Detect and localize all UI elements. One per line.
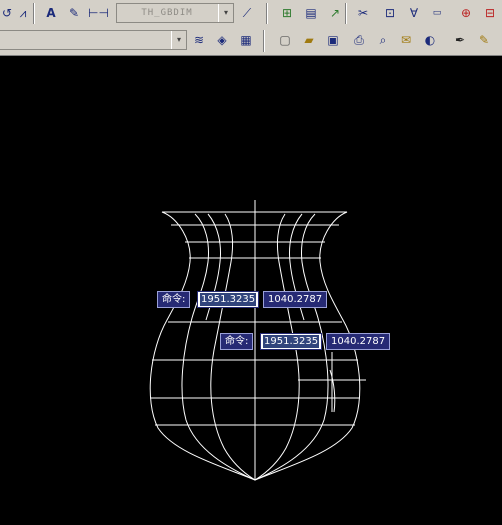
vertex-icon[interactable]: ∀ [405, 4, 423, 22]
command-tip-label: 命令: [220, 333, 254, 350]
chevron-down-icon[interactable]: ▾ [171, 31, 186, 49]
mirror-icon[interactable]: ⊡ [381, 4, 399, 22]
layer-match-icon[interactable]: ▦ [237, 31, 255, 49]
3d-orbit-icon[interactable]: ◐ [421, 31, 439, 49]
publish-icon[interactable]: ✉ [397, 31, 415, 49]
dim-linear-icon[interactable]: ⊢⊣ [88, 4, 109, 22]
attribute-icon[interactable]: ▤ [302, 4, 320, 22]
toolbar-separator [345, 3, 347, 24]
update-dim-icon[interactable]: ⟋ [238, 4, 256, 22]
snap-icon[interactable]: ⊕ [457, 4, 475, 22]
dimstyle-combo-value: TH_GBDIM [141, 8, 193, 18]
insert-block-icon[interactable]: ⊞ [278, 4, 296, 22]
layer-stack-icon[interactable]: ◈ [213, 31, 231, 49]
spline-icon[interactable]: ↗ [326, 4, 344, 22]
layer-combo[interactable]: ▾ [0, 30, 187, 50]
toolbar-separator [33, 3, 35, 24]
grip-icon[interactable]: ⊟ [481, 4, 499, 22]
toolbar-separator [263, 30, 265, 52]
save-icon[interactable]: ▣ [324, 31, 342, 49]
pen-icon[interactable]: ✒ [451, 31, 469, 49]
open-file-icon[interactable]: ▰ [300, 31, 318, 49]
dim-quick-icon[interactable]: ⩘ [14, 4, 32, 22]
drawing-canvas[interactable]: 命令: 1951.3235 1040.2787 命令: 1951.3235 10… [0, 56, 502, 525]
coordinate-x-input[interactable]: 1951.3235 [197, 291, 260, 308]
coordinate-x-value: 1951.3235 [263, 335, 320, 348]
chevron-down-icon[interactable]: ▾ [218, 4, 233, 22]
edit-text-icon[interactable]: ✎ [65, 4, 83, 22]
dimstyle-combo[interactable]: TH_GBDIM ▾ [116, 3, 234, 23]
text-style-icon[interactable]: A [42, 4, 60, 22]
coordinate-x-input[interactable]: 1951.3235 [260, 333, 323, 350]
layer-state-icon[interactable]: ≋ [190, 31, 208, 49]
standard-toolbar: ▾ ≋ ◈ ▦ ▢ ▰ ▣ ⎙ ⌕ ✉ ◐ ✒ ✎ [0, 27, 502, 56]
toolbar-separator [266, 3, 268, 24]
coordinate-y-value[interactable]: 1040.2787 [263, 291, 328, 308]
counter-icon[interactable]: ▭ [428, 4, 446, 22]
print-preview-icon[interactable]: ⌕ [374, 31, 392, 49]
coordinate-y-value[interactable]: 1040.2787 [326, 333, 391, 350]
new-file-icon[interactable]: ▢ [276, 31, 294, 49]
coordinate-x-value: 1951.3235 [200, 293, 257, 306]
command-tip-label: 命令: [157, 291, 191, 308]
match-properties-icon[interactable]: ✎ [475, 31, 493, 49]
print-icon[interactable]: ⎙ [350, 31, 368, 49]
trim-icon[interactable]: ✂ [354, 4, 372, 22]
dimension-toolbar: ↺ ⩘ A ✎ ⊢⊣ TH_GBDIM ▾ ⟋ ⊞ ▤ ↗ ✂ ⊡ ∀ ▭ ⊕ … [0, 0, 502, 28]
